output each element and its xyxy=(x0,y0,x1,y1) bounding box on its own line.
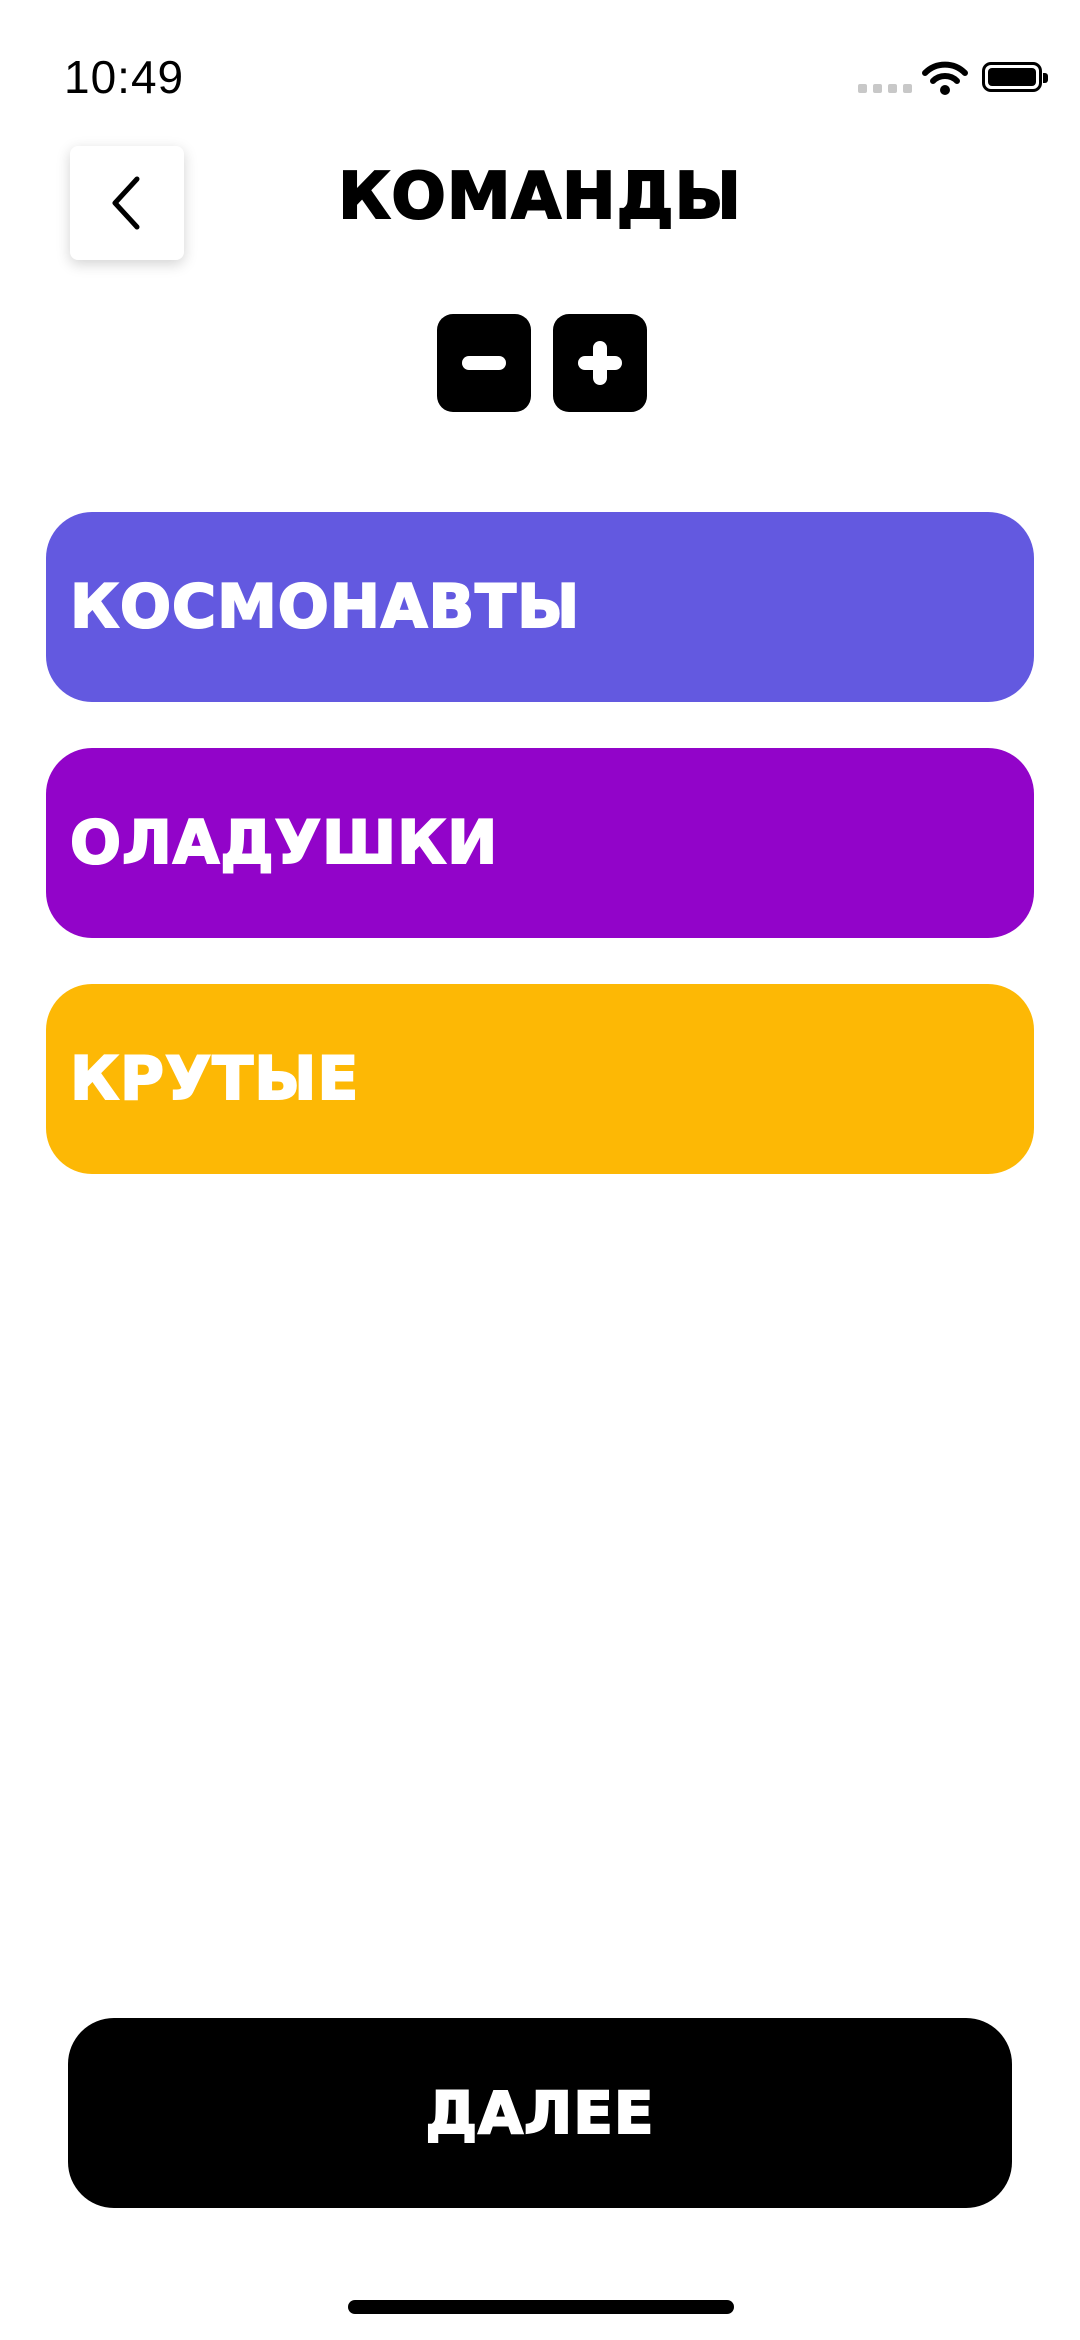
team-card[interactable]: ОЛАДУШКИ xyxy=(46,748,1034,938)
remove-team-button[interactable] xyxy=(437,314,531,412)
team-name: КРУТЫЕ xyxy=(69,1043,360,1115)
plus-icon xyxy=(578,341,622,385)
teams-screen: 10:49 КОМАНДЫ КОСМОНАВТЫ ОЛАДУШКИ КРУТЫЕ… xyxy=(0,0,1080,2340)
cellular-signal-icon xyxy=(858,84,912,93)
wifi-icon xyxy=(922,61,968,95)
team-list: КОСМОНАВТЫ ОЛАДУШКИ КРУТЫЕ xyxy=(46,512,1034,1220)
team-count-stepper xyxy=(437,314,647,412)
battery-icon xyxy=(982,62,1048,92)
minus-icon xyxy=(462,356,506,370)
next-button-label: ДАЛЕЕ xyxy=(425,2078,655,2148)
status-bar: 10:49 xyxy=(0,0,1080,130)
status-time: 10:49 xyxy=(64,51,185,103)
team-card[interactable]: КРУТЫЕ xyxy=(46,984,1034,1174)
next-button[interactable]: ДАЛЕЕ xyxy=(68,2018,1012,2208)
team-card[interactable]: КОСМОНАВТЫ xyxy=(46,512,1034,702)
home-indicator[interactable] xyxy=(348,2300,734,2314)
team-name: КОСМОНАВТЫ xyxy=(69,571,581,643)
add-team-button[interactable] xyxy=(553,314,647,412)
team-name: ОЛАДУШКИ xyxy=(69,807,499,879)
page-title: КОМАНДЫ xyxy=(337,159,742,235)
